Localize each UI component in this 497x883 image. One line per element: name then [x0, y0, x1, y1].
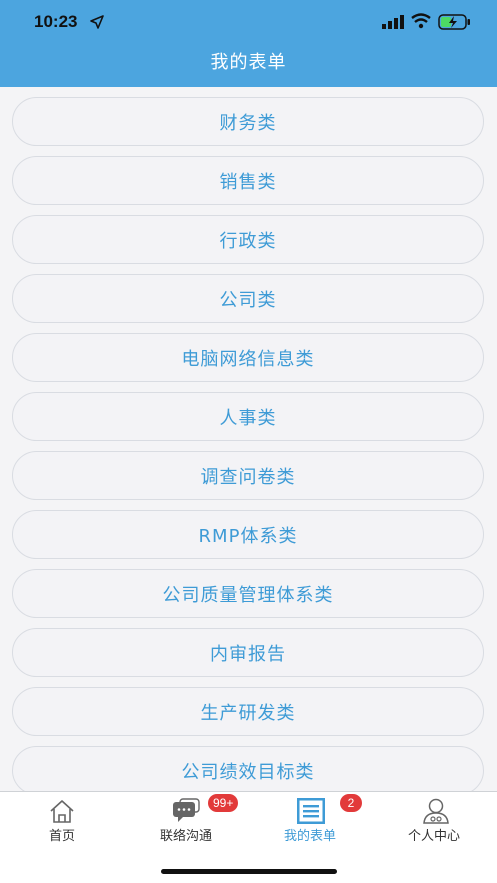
category-item-it-network[interactable]: 电脑网络信息类	[12, 333, 484, 382]
status-time: 10:23	[34, 12, 78, 31]
header-bar: 10:23 我的表单	[0, 0, 497, 87]
tab-profile[interactable]: 个人中心	[372, 792, 496, 860]
category-item-company[interactable]: 公司类	[12, 274, 484, 323]
category-item-admin[interactable]: 行政类	[12, 215, 484, 264]
location-arrow-icon	[90, 15, 104, 29]
forms-badge: 2	[340, 794, 362, 812]
category-item-finance[interactable]: 财务类	[12, 97, 484, 146]
cellular-signal-icon	[382, 15, 404, 29]
battery-charging-icon	[438, 14, 470, 30]
home-icon	[50, 800, 74, 823]
category-item-hr[interactable]: 人事类	[12, 392, 484, 441]
category-item-performance-goals[interactable]: 公司绩效目标类	[12, 746, 484, 791]
tab-bar: 首页 99+ 联络沟通 2 我的表单 个人中心	[0, 791, 497, 859]
category-list[interactable]: 财务类 销售类 行政类 公司类 电脑网络信息类 人事类 调查问卷类 RMP体系类…	[0, 87, 497, 791]
tab-contact[interactable]: 99+ 联络沟通	[124, 792, 248, 860]
wifi-icon	[411, 13, 431, 29]
tab-home-label: 首页	[48, 829, 75, 844]
category-item-survey[interactable]: 调查问卷类	[12, 451, 484, 500]
tab-contact-label: 联络沟通	[159, 829, 212, 844]
home-indicator[interactable]	[161, 869, 337, 874]
category-item-internal-audit[interactable]: 内审报告	[12, 628, 484, 677]
chat-unread-badge: 99+	[208, 794, 239, 812]
user-icon	[423, 798, 449, 824]
category-item-rmp[interactable]: RMP体系类	[12, 510, 484, 559]
chat-icon	[173, 798, 200, 822]
tab-my-forms[interactable]: 2 我的表单	[248, 792, 372, 860]
form-list-icon	[297, 798, 325, 824]
category-item-production-rd[interactable]: 生产研发类	[12, 687, 484, 736]
home-indicator-area	[0, 859, 497, 883]
tab-home[interactable]: 首页	[0, 792, 124, 860]
tab-profile-label: 个人中心	[407, 829, 460, 844]
status-bar: 10:23	[0, 0, 497, 44]
page-title: 我的表单	[210, 52, 287, 73]
tab-my-forms-label: 我的表单	[283, 829, 336, 844]
category-item-sales[interactable]: 销售类	[12, 156, 484, 205]
category-item-quality-management[interactable]: 公司质量管理体系类	[12, 569, 484, 618]
